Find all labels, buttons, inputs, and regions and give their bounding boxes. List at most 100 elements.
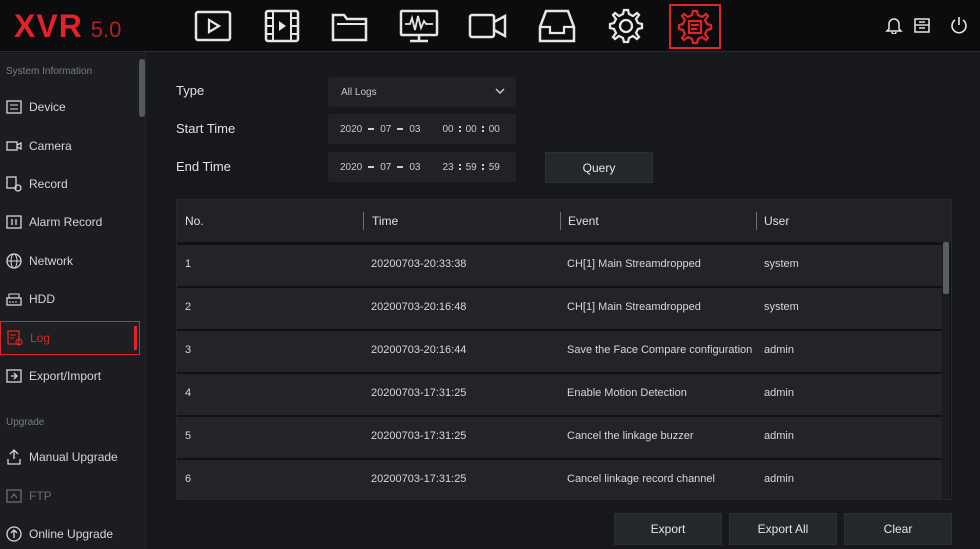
- start-hour[interactable]: 00: [443, 124, 454, 135]
- sidebar-item-alarm-record[interactable]: Alarm Record: [0, 206, 140, 238]
- table-row[interactable]: 2 20200703-20:16:48 CH[1] Main Streamdro…: [177, 288, 943, 329]
- column-header-user[interactable]: User: [764, 214, 789, 228]
- cell-event: CH[1] Main Streamdropped: [567, 301, 701, 313]
- cell-user: system: [764, 258, 799, 270]
- cell-time: 20200703-20:16:48: [371, 301, 467, 313]
- column-divider[interactable]: [363, 212, 364, 230]
- cell-user: system: [764, 301, 799, 313]
- export-all-button[interactable]: Export All: [729, 513, 837, 545]
- alarm-record-icon: [5, 213, 23, 231]
- sidebar-item-label: Log: [30, 331, 51, 345]
- sidebar-item-hdd[interactable]: HDD: [0, 283, 140, 315]
- start-day[interactable]: 03: [409, 124, 420, 135]
- table-row[interactable]: 4 20200703-17:31:25 Enable Motion Detect…: [177, 374, 943, 415]
- column-header-event[interactable]: Event: [568, 214, 599, 228]
- sidebar-item-online-upgrade[interactable]: Online Upgrade: [0, 518, 140, 549]
- cell-user: admin: [764, 430, 794, 442]
- cell-no: 6: [185, 473, 192, 485]
- power-icon[interactable]: [948, 14, 970, 36]
- monitor-icon[interactable]: [393, 4, 445, 48]
- globe-icon: [5, 252, 23, 270]
- end-second[interactable]: 59: [489, 162, 500, 173]
- column-header-no[interactable]: No.: [185, 214, 204, 228]
- log-type-select[interactable]: All Logs: [328, 77, 516, 107]
- cell-time: 20200703-20:33:38: [371, 258, 467, 270]
- start-time-label: Start Time: [176, 121, 236, 136]
- cell-user: admin: [764, 344, 794, 356]
- end-year[interactable]: 2020: [340, 162, 362, 173]
- system-settings-icon[interactable]: [669, 4, 721, 49]
- cell-time: 20200703-20:16:44: [371, 344, 467, 356]
- bell-icon[interactable]: [883, 14, 905, 36]
- sidebar: System Information Device Camera Record …: [0, 53, 146, 549]
- column-header-time[interactable]: Time: [372, 214, 398, 228]
- online-upgrade-icon: [5, 525, 23, 543]
- cell-event: Enable Motion Detection: [567, 387, 687, 399]
- log-type-value: All Logs: [341, 86, 377, 98]
- start-month[interactable]: 07: [380, 124, 391, 135]
- gear-icon[interactable]: [600, 4, 652, 48]
- record-icon: [5, 175, 23, 193]
- sidebar-item-label: Device: [29, 100, 66, 114]
- query-button[interactable]: Query: [545, 152, 653, 183]
- sidebar-item-label: FTP: [29, 489, 52, 503]
- chevron-down-icon: [495, 87, 505, 98]
- sidebar-item-manual-upgrade[interactable]: Manual Upgrade: [0, 441, 140, 473]
- table-row[interactable]: 6 20200703-17:31:25 Cancel linkage recor…: [177, 460, 943, 499]
- start-second[interactable]: 00: [489, 124, 500, 135]
- cell-time: 20200703-17:31:25: [371, 430, 467, 442]
- table-scrollbar[interactable]: [942, 242, 950, 499]
- logo-text: XVR: [14, 8, 83, 44]
- folder-icon[interactable]: [324, 4, 376, 48]
- scrollbar-thumb[interactable]: [943, 242, 949, 294]
- start-minute[interactable]: 00: [466, 124, 477, 135]
- end-time-field[interactable]: 2020 07 03 23 59 59: [328, 152, 516, 182]
- date-separator: [397, 166, 404, 168]
- date-separator: [368, 166, 375, 168]
- hdd-icon: [5, 290, 23, 308]
- table-header: No. Time Event User: [177, 200, 951, 242]
- table-row[interactable]: 5 20200703-17:31:25 Cancel the linkage b…: [177, 417, 943, 458]
- sidebar-item-export-import[interactable]: Export/Import: [0, 360, 140, 392]
- sidebar-item-record[interactable]: Record: [0, 168, 140, 200]
- sidebar-item-label: Alarm Record: [29, 215, 103, 229]
- sidebar-section-upgrade: Upgrade: [6, 417, 45, 428]
- sidebar-item-device[interactable]: Device: [0, 91, 140, 123]
- end-minute[interactable]: 59: [466, 162, 477, 173]
- end-day[interactable]: 03: [409, 162, 420, 173]
- camera-icon: [5, 137, 23, 155]
- sidebar-item-network[interactable]: Network: [0, 245, 140, 277]
- playback-icon[interactable]: [187, 4, 239, 48]
- cell-no: 2: [185, 301, 192, 313]
- clear-button[interactable]: Clear: [844, 513, 952, 545]
- start-time-field[interactable]: 2020 07 03 00 00 00: [328, 114, 516, 144]
- sidebar-item-label: HDD: [29, 292, 55, 306]
- sidebar-item-label: Camera: [29, 139, 72, 153]
- sidebar-item-label: Export/Import: [29, 369, 102, 383]
- end-month[interactable]: 07: [380, 162, 391, 173]
- table-row[interactable]: 1 20200703-20:33:38 CH[1] Main Streamdro…: [177, 245, 943, 286]
- logo-version: 5.0: [90, 17, 122, 42]
- time-separator: [481, 164, 484, 166]
- column-divider[interactable]: [560, 212, 561, 230]
- export-button[interactable]: Export: [614, 513, 722, 545]
- video-clip-icon[interactable]: [256, 4, 308, 48]
- sidebar-item-label: Record: [29, 177, 68, 191]
- storage-icon[interactable]: [911, 14, 933, 36]
- sidebar-item-camera[interactable]: Camera: [0, 130, 140, 162]
- table-row[interactable]: 3 20200703-20:16:44 Save the Face Compar…: [177, 331, 943, 372]
- inbox-icon[interactable]: [531, 4, 583, 48]
- column-divider[interactable]: [756, 212, 757, 230]
- cell-event: Cancel the linkage buzzer: [567, 430, 694, 442]
- log-table: No. Time Event User 1 20200703-20:33:38 …: [176, 199, 952, 500]
- cell-event: Save the Face Compare configuration: [567, 344, 753, 356]
- cell-time: 20200703-17:31:25: [371, 473, 467, 485]
- sidebar-item-label: Manual Upgrade: [29, 450, 118, 464]
- ftp-icon: [5, 487, 23, 505]
- sidebar-item-log[interactable]: Log: [0, 321, 140, 355]
- camera-icon[interactable]: [462, 4, 514, 48]
- cell-no: 1: [185, 258, 192, 270]
- end-hour[interactable]: 23: [443, 162, 454, 173]
- cell-time: 20200703-17:31:25: [371, 387, 467, 399]
- start-year[interactable]: 2020: [340, 124, 362, 135]
